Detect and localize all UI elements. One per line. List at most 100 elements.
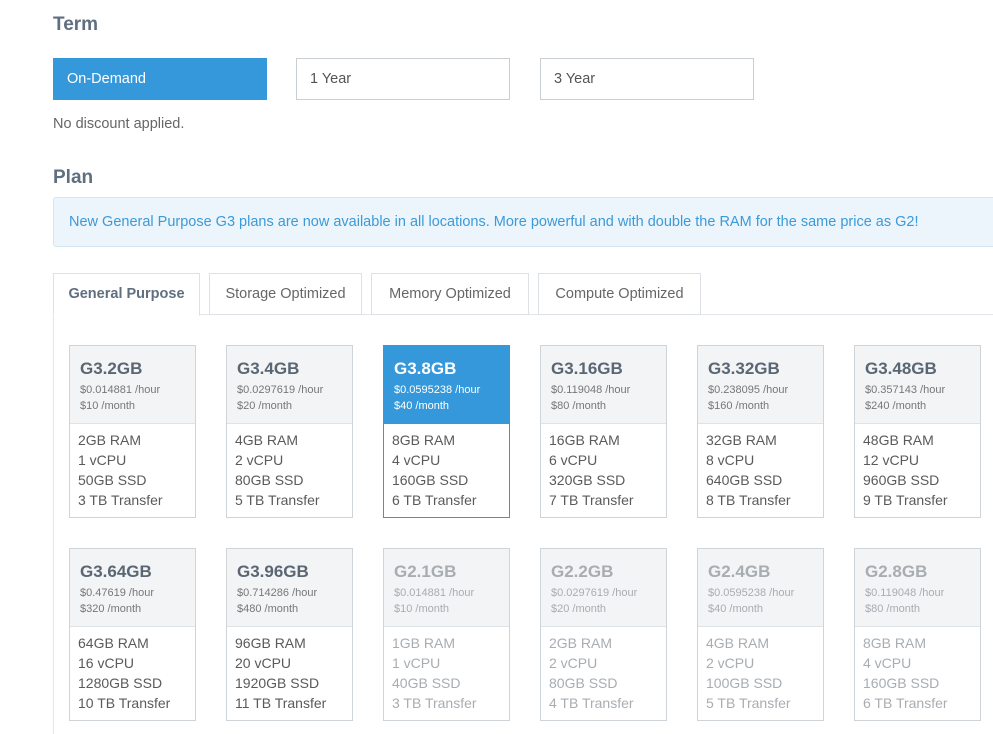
plan-transfer: 11 TB Transfer xyxy=(235,695,327,711)
plan-card[interactable]: G2.4GB $0.0595238 /hour $40 /month 4GB RAM 2… xyxy=(697,548,824,721)
plan-ram: 48GB RAM xyxy=(863,432,934,448)
plan-card[interactable]: G3.96GB $0.714286 /hour $480 /month 96GB RA… xyxy=(226,548,353,721)
plan-card-header: G3.2GB $0.014881 /hour $10 /month xyxy=(70,346,195,424)
plan-card[interactable]: G3.2GB $0.014881 /hour $10 /month 2GB RAM 1 … xyxy=(69,345,196,518)
term-option-1-year[interactable]: 1 Year xyxy=(296,58,510,100)
plan-name: G2.4GB xyxy=(708,562,771,581)
plan-transfer: 3 TB Transfer xyxy=(392,695,477,711)
plan-ram: 4GB RAM xyxy=(706,635,770,651)
plan-card[interactable]: G3.32GB $0.238095 /hour $160 /month 32GB RA… xyxy=(697,345,824,518)
plan-ssd: 80GB SSD xyxy=(549,675,618,691)
plan-card[interactable]: G2.1GB $0.014881 /hour $10 /month 1GB RAM 1 … xyxy=(383,548,510,721)
plan-name: G2.2GB xyxy=(551,562,614,581)
plan-monthly-price: $80 /month xyxy=(551,400,607,412)
plan-transfer: 3 TB Transfer xyxy=(78,492,163,508)
plan-specs: 32GB RAM 8 vCPU 640GB SSD 8 TB Transfer xyxy=(698,424,823,510)
term-option-on-demand[interactable]: On-Demand xyxy=(53,58,267,100)
plan-name: G3.16GB xyxy=(551,359,623,378)
plan-monthly-price: $480 /month xyxy=(237,603,299,615)
plan-card-header: G2.8GB $0.119048 /hour $80 /month xyxy=(855,549,980,627)
plan-card-header: G3.32GB $0.238095 /hour $160 /month xyxy=(698,346,823,424)
plan-card-header: G3.64GB $0.47619 /hour $320 /month xyxy=(70,549,195,627)
plan-transfer: 5 TB Transfer xyxy=(706,695,791,711)
plan-ssd: 40GB SSD xyxy=(392,675,461,691)
plan-cpu: 12 vCPU xyxy=(863,452,920,468)
plan-hourly-price: $0.0297619 /hour xyxy=(551,587,638,599)
plan-card-header: G2.1GB $0.014881 /hour $10 /month xyxy=(384,549,509,627)
plan-heading: Plan xyxy=(53,167,94,188)
plan-specs: 96GB RAM 20 vCPU 1920GB SSD 11 TB Transfer xyxy=(227,627,352,713)
plan-card[interactable]: G2.2GB $0.0297619 /hour $20 /month 2GB RAM 2… xyxy=(540,548,667,721)
plan-monthly-price: $40 /month xyxy=(708,603,764,615)
plan-name: G3.32GB xyxy=(708,359,780,378)
plan-ram: 8GB RAM xyxy=(392,432,456,448)
tab-compute-optimized[interactable]: Compute Optimized xyxy=(538,273,701,315)
plan-card-header: G3.48GB $0.357143 /hour $240 /month xyxy=(855,346,980,424)
plan-ram: 8GB RAM xyxy=(863,635,927,651)
plan-notice: New General Purpose G3 plans are now ava… xyxy=(53,197,993,247)
tab-storage-optimized[interactable]: Storage Optimized xyxy=(209,273,362,315)
plan-specs: 64GB RAM 16 vCPU 1280GB SSD 10 TB Transfer xyxy=(70,627,195,713)
plan-specs: 4GB RAM 2 vCPU 100GB SSD 5 TB Transfer xyxy=(698,627,823,713)
plan-ram: 64GB RAM xyxy=(78,635,149,651)
plan-ram: 4GB RAM xyxy=(235,432,299,448)
term-option-3-year[interactable]: 3 Year xyxy=(540,58,754,100)
plan-ram: 2GB RAM xyxy=(78,432,142,448)
plan-ssd: 1920GB SSD xyxy=(235,675,320,691)
plan-monthly-price: $240 /month xyxy=(865,400,927,412)
plan-hourly-price: $0.47619 /hour xyxy=(80,587,155,599)
plan-cpu: 1 vCPU xyxy=(78,452,127,468)
plan-ssd: 100GB SSD xyxy=(706,675,783,691)
plan-monthly-price: $80 /month xyxy=(865,603,921,615)
plan-specs: 16GB RAM 6 vCPU 320GB SSD 7 TB Transfer xyxy=(541,424,666,510)
plan-specs: 48GB RAM 12 vCPU 960GB SSD 9 TB Transfer xyxy=(855,424,980,510)
plan-card[interactable]: G3.8GB $0.0595238 /hour $40 /month 8GB RAM 4… xyxy=(383,345,510,518)
plan-hourly-price: $0.357143 /hour xyxy=(865,384,946,396)
plan-specs: 8GB RAM 4 vCPU 160GB SSD 6 TB Transfer xyxy=(855,627,980,713)
plan-ssd: 320GB SSD xyxy=(549,472,626,488)
plan-ssd: 160GB SSD xyxy=(863,675,940,691)
plan-card[interactable]: G3.4GB $0.0297619 /hour $20 /month 4GB RAM 2… xyxy=(226,345,353,518)
plan-specs: 4GB RAM 2 vCPU 80GB SSD 5 TB Transfer xyxy=(227,424,352,510)
plan-ssd: 50GB SSD xyxy=(78,472,147,488)
plan-name: G2.1GB xyxy=(394,562,457,581)
plan-card[interactable]: G3.48GB $0.357143 /hour $240 /month 48GB RA… xyxy=(854,345,981,518)
plan-ssd: 80GB SSD xyxy=(235,472,304,488)
plan-hourly-price: $0.119048 /hour xyxy=(551,384,631,396)
plan-specs: 1GB RAM 1 vCPU 40GB SSD 3 TB Transfer xyxy=(384,627,509,713)
plan-transfer: 7 TB Transfer xyxy=(549,492,634,508)
plan-hourly-price: $0.714286 /hour xyxy=(237,587,318,599)
plan-card-header: G3.8GB $0.0595238 /hour $40 /month xyxy=(384,346,509,424)
plan-transfer: 4 TB Transfer xyxy=(549,695,634,711)
plan-ssd: 640GB SSD xyxy=(706,472,783,488)
plan-specs: 8GB RAM 4 vCPU 160GB SSD 6 TB Transfer xyxy=(384,424,509,510)
plan-name: G3.48GB xyxy=(865,359,937,378)
plan-monthly-price: $20 /month xyxy=(237,400,293,412)
plan-ssd: 160GB SSD xyxy=(392,472,469,488)
plan-card-header: G3.4GB $0.0297619 /hour $20 /month xyxy=(227,346,352,424)
plan-cpu: 4 vCPU xyxy=(863,655,912,671)
plan-card-header: G3.96GB $0.714286 /hour $480 /month xyxy=(227,549,352,627)
plan-cpu: 20 vCPU xyxy=(235,655,292,671)
plan-ram: 32GB RAM xyxy=(706,432,777,448)
plan-transfer: 6 TB Transfer xyxy=(392,492,477,508)
plan-hourly-price: $0.014881 /hour xyxy=(80,384,161,396)
plan-cpu: 2 vCPU xyxy=(549,655,598,671)
plan-card[interactable]: G3.16GB $0.119048 /hour $80 /month 16GB RAM… xyxy=(540,345,667,518)
plan-card[interactable]: G3.64GB $0.47619 /hour $320 /month 64GB RAM… xyxy=(69,548,196,721)
plan-ram: 1GB RAM xyxy=(392,635,456,651)
plan-monthly-price: $320 /month xyxy=(80,603,142,615)
plan-cpu: 16 vCPU xyxy=(78,655,135,671)
plan-cpu: 2 vCPU xyxy=(706,655,755,671)
plan-specs: 2GB RAM 2 vCPU 80GB SSD 4 TB Transfer xyxy=(541,627,666,713)
plan-transfer: 10 TB Transfer xyxy=(78,695,171,711)
plan-name: G3.4GB xyxy=(237,359,300,378)
plan-ssd: 960GB SSD xyxy=(863,472,940,488)
plan-ssd: 1280GB SSD xyxy=(78,675,163,691)
plan-monthly-price: $10 /month xyxy=(394,603,450,615)
plan-card[interactable]: G2.8GB $0.119048 /hour $80 /month 8GB RAM 4 … xyxy=(854,548,981,721)
plan-transfer: 8 TB Transfer xyxy=(706,492,791,508)
tab-memory-optimized[interactable]: Memory Optimized xyxy=(371,273,529,315)
tab-general-purpose[interactable]: General Purpose xyxy=(53,273,200,316)
plan-name: G3.64GB xyxy=(80,562,152,581)
